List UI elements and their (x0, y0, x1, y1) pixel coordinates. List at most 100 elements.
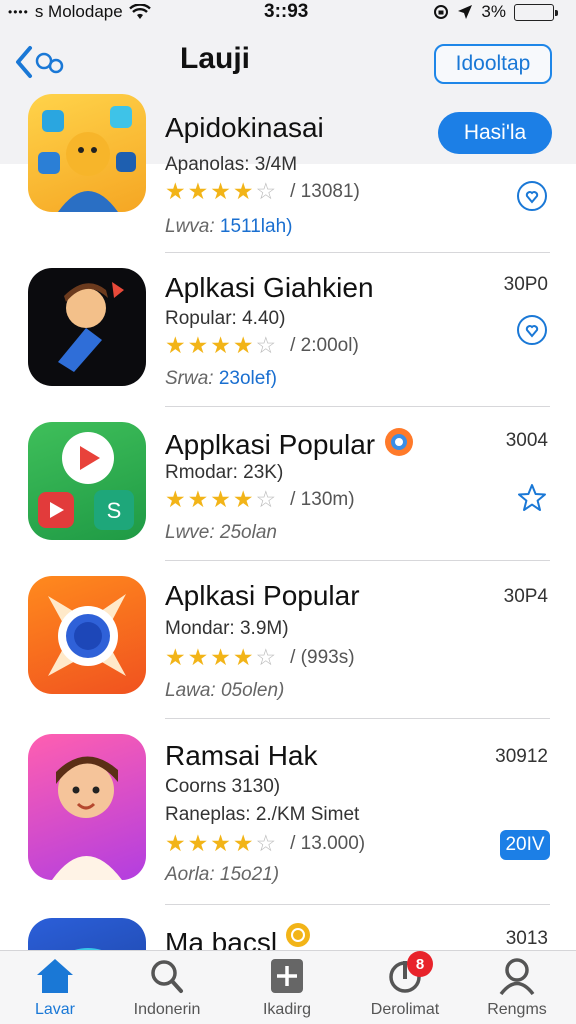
tab-label: Derolimat (370, 1001, 440, 1018)
star-icon: ★ (187, 830, 209, 856)
power-icon: 8 (385, 951, 433, 995)
coin-badge-icon (285, 923, 310, 947)
star-icon: ★ (232, 178, 254, 204)
battery-percent: 3% (481, 2, 506, 21)
nav-action-button[interactable]: Idooltap (434, 44, 552, 84)
meta-value: 05olen) (220, 680, 285, 701)
app-subtitle: Coorns 3130) (165, 776, 281, 797)
star-icon: ★ (165, 644, 186, 670)
star-icon: ★ (210, 486, 231, 512)
rating-count: / 130m) (290, 488, 355, 510)
nav-bar: Lauji Idooltap (0, 26, 576, 100)
page-title: Lauji (180, 42, 251, 75)
app-meta: Aorla: 15o21) (165, 864, 279, 886)
app-icon (28, 268, 146, 386)
get-button[interactable]: Hasi'la (438, 112, 552, 154)
status-time: 3::93 (264, 1, 309, 22)
app-size: 3013 (505, 928, 548, 949)
home-icon (35, 957, 75, 995)
app-artwork-icon (52, 756, 122, 880)
meta-label: Lwva: (165, 216, 215, 237)
star-icon: ★ (210, 332, 231, 358)
tab-home[interactable]: Lavar (0, 957, 110, 1021)
favorite-button[interactable] (516, 314, 548, 346)
rating-row: ★ ★ ★ ★ ☆ / (993s) (165, 646, 355, 669)
app-row[interactable]: Ramsai Hak Coorns 3130) Raneplas: 2./KM … (0, 718, 576, 904)
star-icon: ★ (165, 332, 186, 358)
svg-text:S: S (107, 498, 122, 523)
plus-box-icon (267, 957, 307, 995)
app-name: Aplkasi Popular (165, 580, 360, 611)
meta-value: 15o21) (219, 864, 280, 885)
meta-label: Srwa: (165, 368, 214, 389)
star-icon: ★ (187, 644, 209, 670)
tab-add[interactable]: Ikadirg (232, 957, 342, 1021)
tab-power[interactable]: 8 Derolimat (350, 951, 460, 1021)
app-artwork-icon (38, 106, 136, 212)
app-artwork-icon (75, 948, 101, 950)
app-row[interactable]: Apidokinasai Apanolas: 3/4M ★ ★ ★ ★ ☆ / 1308… (0, 92, 576, 252)
app-meta: Srwa: 23olef) (165, 368, 277, 390)
shield-heart-icon (517, 315, 547, 345)
app-meta: Lawa: 05olen) (165, 680, 284, 702)
app-name: Aplkasi Giahkien (165, 272, 374, 303)
star-icon: ★ (165, 486, 186, 512)
chat-badge-icon (384, 428, 413, 456)
star-icon: ★ (210, 178, 231, 204)
tab-label: Rengms (487, 1001, 547, 1018)
meta-value: 23olef) (218, 368, 277, 389)
version-badge[interactable]: 20IV (500, 830, 550, 860)
app-row[interactable]: S Applkasi Popular Rmodar: 23K) ★ ★ ★ ★ ☆ / … (0, 406, 576, 560)
rating-row: ★ ★ ★ ★ ☆ / 130m) (165, 488, 355, 511)
status-left: •••• s Molodape (8, 2, 151, 22)
app-artwork-icon (58, 282, 124, 372)
app-icon (28, 734, 146, 880)
rating-count: / 13081) (290, 180, 360, 202)
tab-search[interactable]: Indonerin (112, 957, 222, 1021)
app-size: 30P4 (503, 586, 548, 607)
meta-label: Aorla: (165, 864, 215, 885)
meta-value: 25olan (219, 522, 277, 543)
star-icon: ★ (210, 830, 231, 856)
back-button[interactable] (12, 44, 68, 80)
app-subtitle: Mondar: 3.9M) (165, 618, 289, 639)
app-subtitle: Rmodar: 23K) (165, 462, 284, 483)
location-arrow-icon (458, 5, 473, 19)
rating-count: / 2:00ol) (290, 334, 359, 356)
app-meta: Lwve: 25olan (165, 522, 277, 544)
favorite-button[interactable] (516, 180, 548, 212)
tab-label: Indonerin (133, 1001, 201, 1018)
star-icon: ★ (232, 644, 254, 670)
app-row[interactable]: Aplkasi Popular Mondar: 3.9M) ★ ★ ★ ★ ☆ / (9… (0, 560, 576, 718)
meta-label: Lawa: (165, 680, 216, 701)
star-icon: ★ (232, 332, 254, 358)
star-icon: ★ (210, 644, 231, 670)
favorite-button[interactable] (516, 482, 548, 514)
search-icon (147, 957, 187, 995)
tab-profile[interactable]: Rengms (462, 957, 572, 1021)
star-outline-icon (518, 484, 546, 511)
tab-label: Lavar (34, 1001, 76, 1018)
carrier-label: s Molodape (34, 2, 123, 21)
rating-row: ★ ★ ★ ★ ☆ / 13.000) (165, 832, 365, 855)
rating-count: / 13.000) (290, 832, 366, 854)
star-icon: ★ (232, 486, 254, 512)
meta-label: Lwve: (165, 522, 215, 543)
notification-badge: 8 (407, 951, 433, 977)
app-name: Apidokinasai (165, 112, 324, 143)
app-icon: S (28, 422, 146, 540)
app-icon (28, 576, 146, 694)
app-row[interactable]: Aplkasi Giahkien Ropular: 4.40) ★ ★ ★ ★ ☆ / … (0, 252, 576, 406)
star-empty-icon: ☆ (255, 830, 277, 856)
app-name-text: Ma bacsl (165, 927, 278, 950)
shield-heart-icon (517, 181, 547, 211)
app-size: 30P0 (503, 274, 548, 295)
app-artwork-icon: S (38, 432, 134, 530)
app-name: Applkasi Popular (165, 426, 415, 461)
app-row[interactable]: Ma bacsl 3013 (0, 904, 576, 950)
meta-value: 1511lah) (219, 216, 293, 237)
app-size: 3004 (505, 430, 548, 451)
battery-icon (514, 3, 558, 21)
app-artwork-icon (48, 594, 126, 676)
rotation-lock-icon (434, 5, 449, 19)
